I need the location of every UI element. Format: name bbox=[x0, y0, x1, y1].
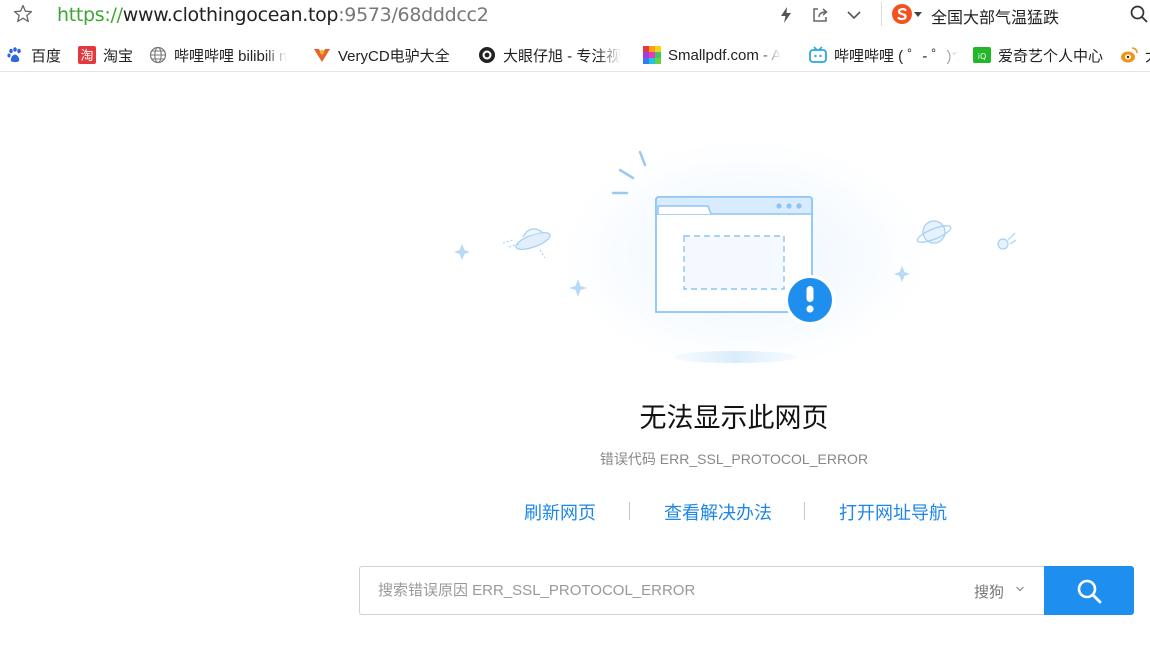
share-icon[interactable] bbox=[810, 5, 830, 25]
bookmark-label: 哔哩哔哩 ( ゜- ゜)つ bbox=[834, 47, 959, 65]
refresh-link[interactable]: 刷新网页 bbox=[524, 499, 596, 525]
search-input[interactable] bbox=[378, 567, 938, 614]
bookmark-label: 大眼仔旭 - 专注视 bbox=[503, 47, 622, 65]
bookmark-label: 百度 bbox=[31, 47, 62, 65]
bookmark-bilibili-tv[interactable]: 哔哩哔哩 ( ゜- ゜)つ bbox=[809, 44, 959, 66]
search-icon[interactable] bbox=[1129, 4, 1149, 24]
sogou-dropdown-caret-icon[interactable] bbox=[914, 12, 922, 17]
bookmark-label: Smallpdf.com - A bbox=[668, 46, 782, 64]
url-path: :9573/68dddcc2 bbox=[338, 4, 489, 26]
warning-badge-icon bbox=[785, 275, 835, 325]
bookmark-label: VeryCD电驴大全 bbox=[338, 47, 450, 65]
chevron-down-icon[interactable] bbox=[1016, 585, 1024, 593]
smallpdf-icon bbox=[643, 46, 661, 64]
bookmark-label: 大 bbox=[1145, 45, 1150, 66]
taobao-icon: 淘 bbox=[78, 46, 96, 64]
baidu-paw-icon bbox=[6, 46, 24, 64]
page-title: 无法显示此网页 bbox=[639, 403, 829, 434]
search-engine-selector[interactable]: 搜狗 bbox=[974, 581, 1004, 602]
error-actions: 刷新网页 查看解决办法 打开网址导航 bbox=[0, 499, 1150, 523]
address-bar: https://www.clothingocean.top:9573/68ddd… bbox=[0, 0, 1150, 30]
url-host: www.clothingocean.top bbox=[122, 4, 339, 26]
bookmark-star-icon[interactable] bbox=[12, 3, 34, 25]
search-button[interactable] bbox=[1044, 566, 1134, 615]
url-scheme: https:// bbox=[57, 4, 123, 26]
bookmark-bilibili[interactable]: 哔哩哔哩 bilibili n bbox=[149, 44, 297, 66]
iqiyi-icon: iQ bbox=[973, 46, 991, 64]
divider bbox=[804, 502, 805, 520]
bilibili-tv-icon bbox=[809, 46, 827, 64]
divider bbox=[881, 2, 882, 26]
bookmark-weibo[interactable]: 大 bbox=[1120, 44, 1150, 66]
bookmark-dayanzaixu[interactable]: 大眼仔旭 - 专注视 bbox=[478, 44, 628, 66]
open-nav-link[interactable]: 打开网址导航 bbox=[839, 499, 947, 525]
bookmark-verycd[interactable]: VeryCD电驴大全 bbox=[313, 44, 458, 66]
ufo-icon bbox=[502, 228, 551, 259]
globe-icon bbox=[149, 46, 167, 64]
eye-icon bbox=[478, 46, 496, 64]
bookmark-label: 哔哩哔哩 bilibili n bbox=[174, 47, 288, 65]
svg-text:iQ: iQ bbox=[978, 52, 987, 61]
divider bbox=[629, 502, 630, 520]
bookmarks-bar: 百度 淘 淘宝 哔哩哔哩 bilibili n VeryCD电驴大全 大眼仔旭 … bbox=[0, 38, 1150, 72]
search-box: 搜狗 bbox=[359, 566, 1045, 615]
bookmark-smallpdf[interactable]: Smallpdf.com - A bbox=[643, 44, 793, 66]
sogou-logo-icon[interactable] bbox=[891, 3, 913, 25]
chevron-down-icon[interactable] bbox=[844, 5, 864, 25]
hot-news-text[interactable]: 全国大部气温猛跌 bbox=[931, 4, 1059, 28]
view-solutions-link[interactable]: 查看解决办法 bbox=[664, 499, 772, 525]
error-illustration bbox=[454, 140, 1017, 370]
url-field[interactable]: https://www.clothingocean.top:9573/68ddd… bbox=[57, 4, 489, 26]
bookmark-label: 爱奇艺个人中心 bbox=[998, 47, 1104, 65]
bookmark-taobao[interactable]: 淘 淘宝 bbox=[78, 44, 138, 66]
verycd-icon bbox=[313, 46, 331, 64]
error-code-text: 错误代码 ERR_SSL_PROTOCOL_ERROR bbox=[599, 451, 869, 467]
comet-icon bbox=[997, 232, 1017, 250]
svg-text:淘: 淘 bbox=[80, 49, 93, 64]
search-icon bbox=[1077, 579, 1102, 603]
bookmark-label: 淘宝 bbox=[103, 47, 134, 65]
bookmark-baidu[interactable]: 百度 bbox=[6, 44, 66, 66]
bookmark-iqiyi[interactable]: iQ 爱奇艺个人中心 bbox=[973, 44, 1113, 66]
weibo-icon bbox=[1120, 46, 1138, 64]
lightning-icon[interactable] bbox=[776, 5, 796, 25]
